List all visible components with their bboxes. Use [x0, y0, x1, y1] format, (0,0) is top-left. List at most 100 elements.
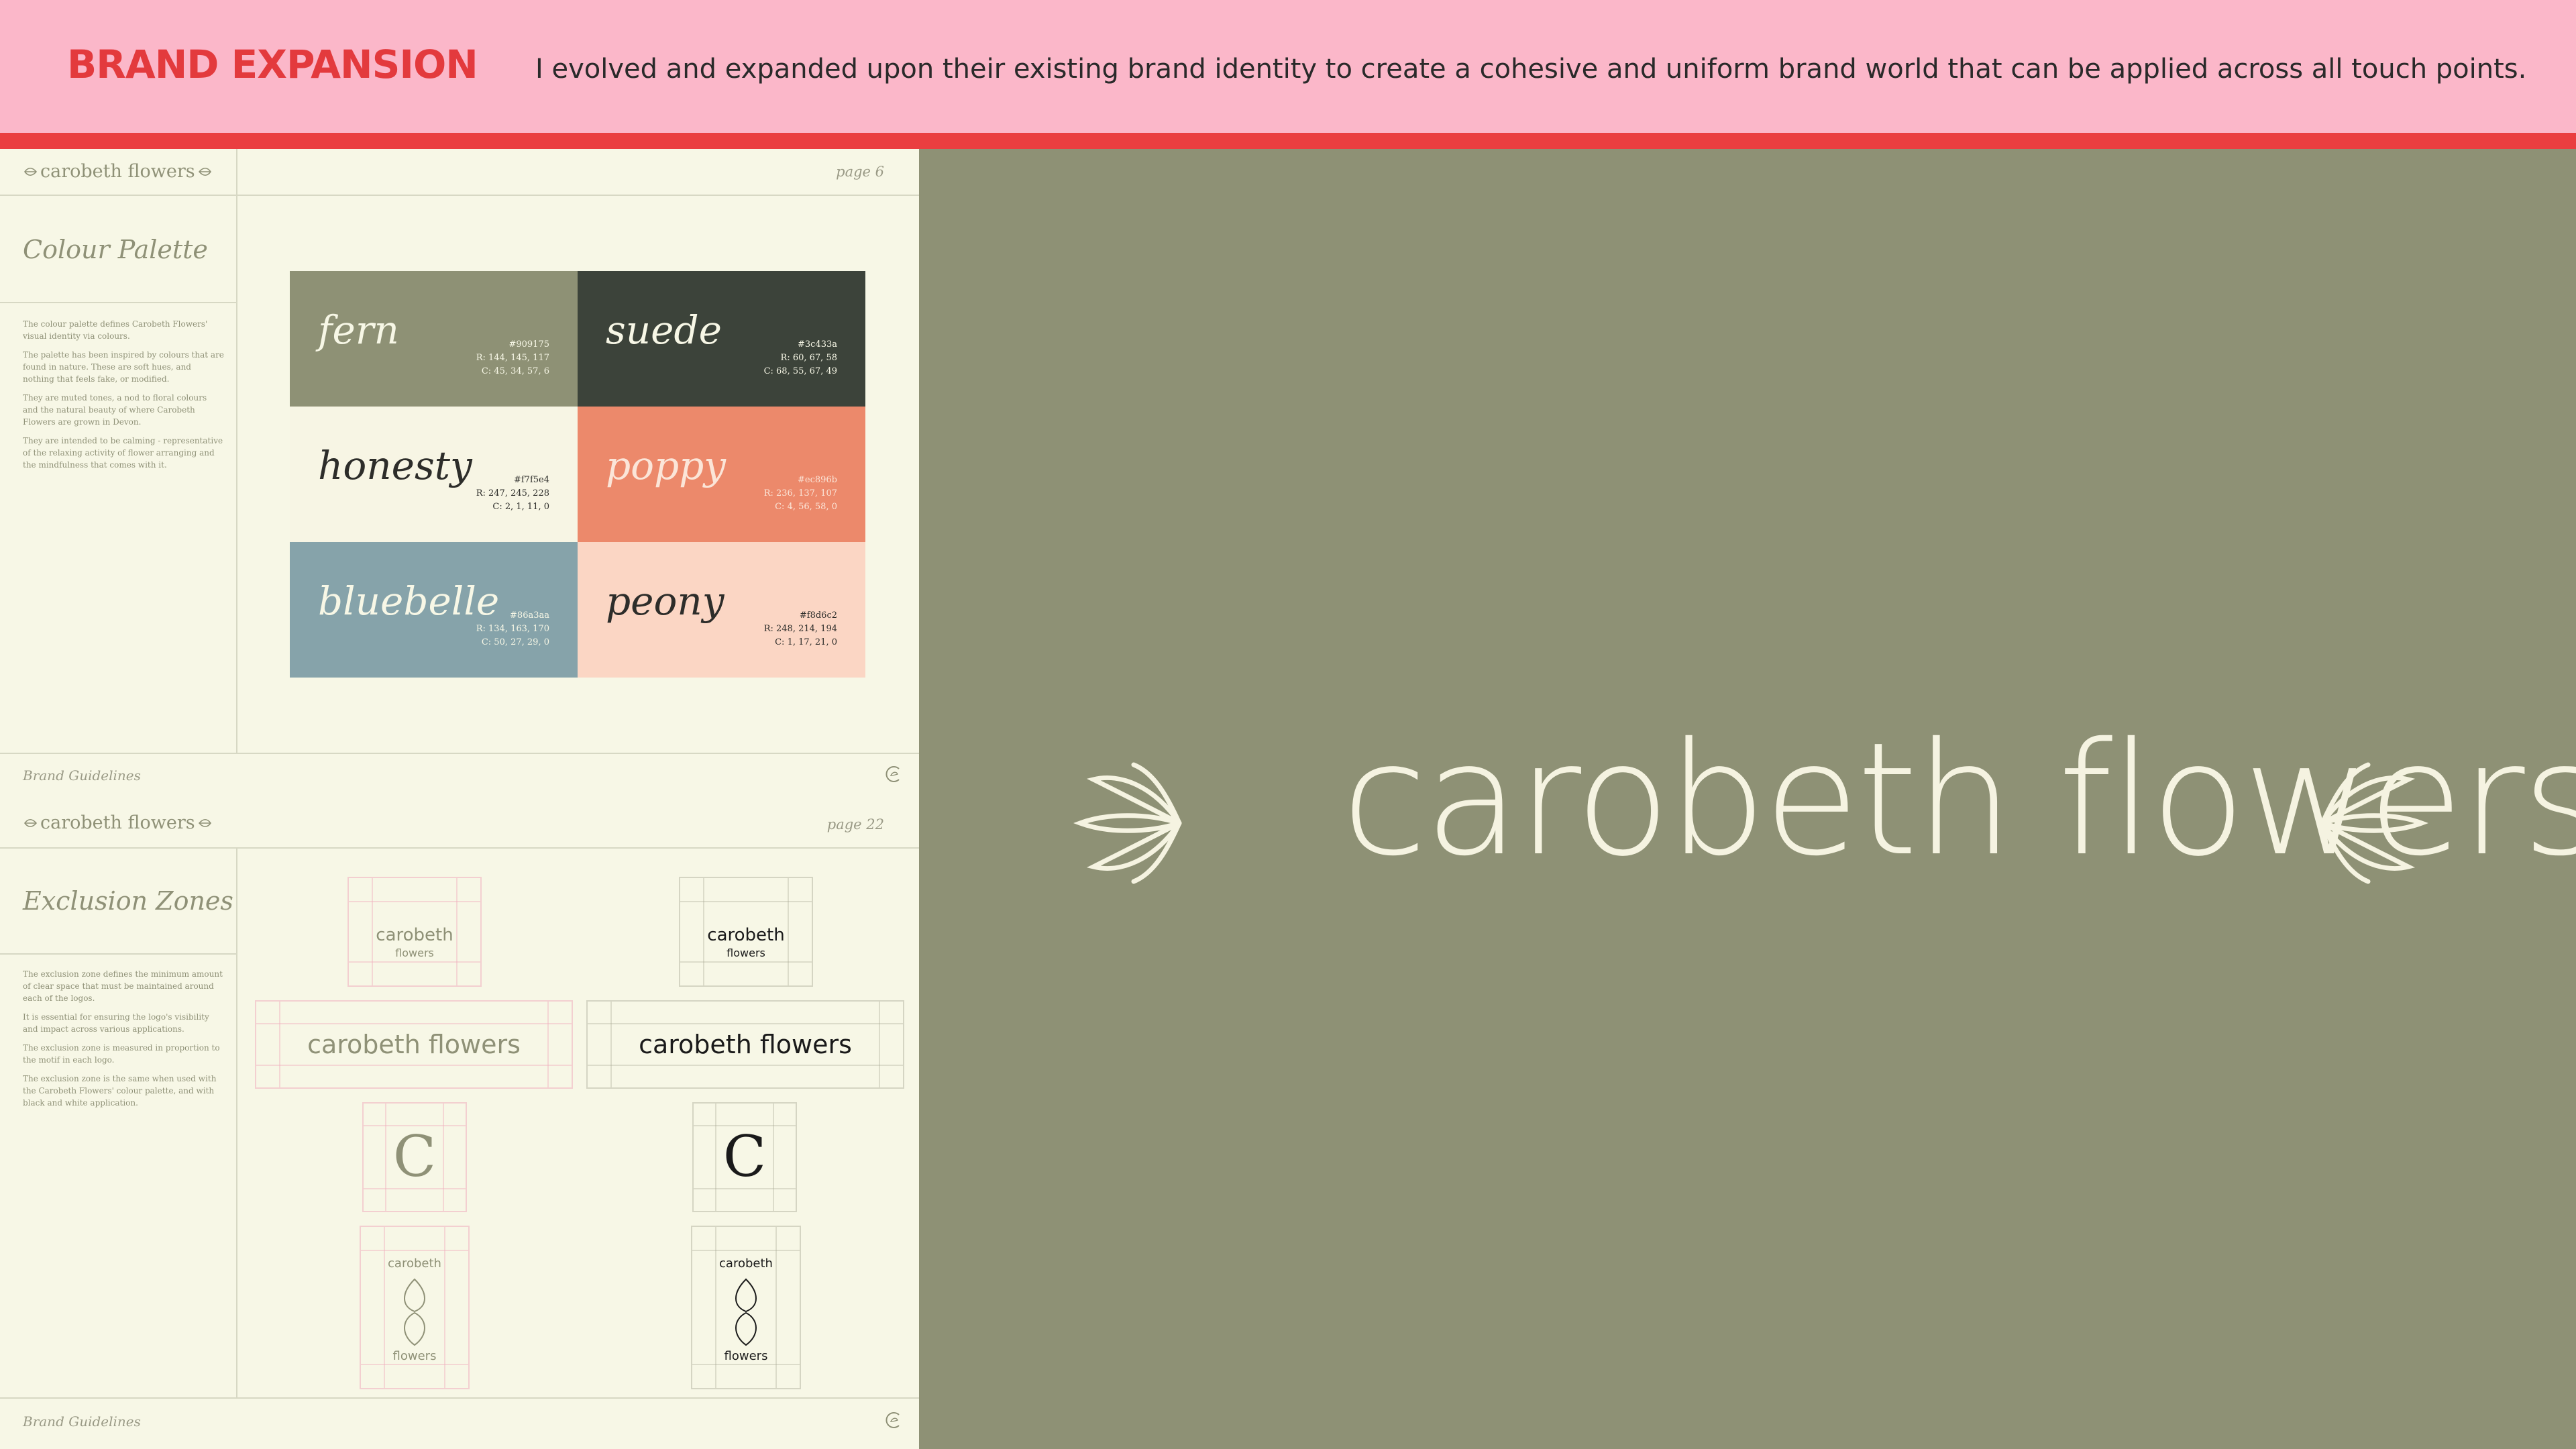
footer-label: Brand Guidelines	[23, 767, 141, 784]
exclusion-zone-wordmark-colour: carobeth flowers	[255, 1000, 573, 1089]
swatch-bluebelle: bluebelle #86a3aa R: 134, 163, 170 C: 50, 2…	[290, 542, 578, 678]
swatch-cmyk: C: 4, 56, 58, 0	[775, 502, 837, 512]
section-body: The colour palette defines Carobeth Flow…	[23, 318, 224, 478]
swatch-rgb: R: 134, 163, 170	[476, 624, 549, 634]
hero-panel: carobeth flowers	[919, 149, 2576, 1449]
body-paragraph: The exclusion zone defines the minimum a…	[23, 969, 223, 1003]
swatch-cmyk: C: 1, 17, 21, 0	[775, 637, 837, 647]
swatch-values: #f8d6c2 R: 248, 214, 194 C: 1, 17, 21, 0	[764, 609, 837, 649]
divider	[0, 302, 236, 303]
page-description: I evolved and expanded upon their existi…	[535, 54, 2527, 85]
small-logo-text: carobeth flowers	[40, 161, 195, 182]
vertical-logo-word: flowers	[392, 1349, 437, 1363]
stacked-logo-word: flowers	[395, 947, 434, 959]
divider	[0, 953, 236, 955]
exclusion-zones-page: carobeth flowers page 22 Exclusion Zones…	[0, 802, 919, 1449]
swatch-name: suede	[606, 307, 722, 353]
stacked-logo-word: carobeth	[707, 925, 785, 945]
swatch-rgb: R: 144, 145, 117	[476, 353, 549, 363]
flower-motif-icon	[24, 818, 38, 827]
swatch-cmyk: C: 50, 27, 29, 0	[481, 637, 549, 647]
stacked-logo-word: carobeth	[376, 925, 453, 945]
vertical-logo-word: flowers	[724, 1349, 768, 1363]
small-logo-text: carobeth flowers	[40, 812, 195, 833]
swatch-values: #909175 R: 144, 145, 117 C: 45, 34, 57, 6	[476, 338, 549, 378]
monogram-icon	[885, 766, 900, 782]
body-paragraph: The colour palette defines Carobeth Flow…	[23, 319, 208, 341]
divider	[236, 149, 237, 753]
swatch-hex: #ec896b	[797, 475, 837, 485]
flower-motif-icon	[735, 1278, 757, 1346]
page-number: page 22	[826, 816, 884, 833]
section-title: Colour Palette	[23, 235, 208, 264]
swatch-rgb: R: 60, 67, 58	[780, 353, 837, 363]
body-paragraph: The exclusion zone is measured in propor…	[23, 1043, 220, 1065]
swatch-hex: #86a3aa	[510, 610, 549, 621]
swatch-name: bluebelle	[318, 578, 500, 624]
divider	[0, 195, 919, 196]
body-paragraph: The exclusion zone is the same when used…	[23, 1074, 217, 1108]
exclusion-zone-vertical-colour: carobeth flowers	[360, 1226, 470, 1389]
swatch-cmyk: C: 45, 34, 57, 6	[481, 366, 549, 376]
wordmark-logo: carobeth flowers	[307, 1030, 521, 1059]
exclusion-zone-vertical-mono: carobeth flowers	[691, 1226, 801, 1389]
flower-motif-left-icon	[1073, 762, 1182, 884]
swatch-name: honesty	[318, 443, 472, 488]
body-paragraph: The palette has been inspired by colours…	[23, 350, 224, 384]
flower-motif-icon	[404, 1278, 425, 1346]
swatch-values: #ec896b R: 236, 137, 107 C: 4, 56, 58, 0	[764, 474, 837, 514]
body-paragraph: They are intended to be calming - repres…	[23, 436, 223, 470]
vertical-logo-word: carobeth	[719, 1256, 773, 1271]
section-body: The exclusion zone defines the minimum a…	[23, 968, 224, 1116]
brand-guidelines-pages: carobeth flowers page 6 Colour Palette T…	[0, 149, 919, 1449]
swatch-cmyk: C: 68, 55, 67, 49	[763, 366, 837, 376]
swatch-cmyk: C: 2, 1, 11, 0	[492, 502, 549, 512]
swatch-poppy: poppy #ec896b R: 236, 137, 107 C: 4, 56, 58…	[578, 407, 865, 542]
swatch-hex: #3c433a	[797, 339, 837, 350]
page-number: page 6	[836, 164, 884, 180]
divider	[0, 753, 919, 754]
swatch-rgb: R: 247, 245, 228	[476, 488, 549, 498]
flower-motif-icon	[198, 818, 211, 827]
small-logo: carobeth flowers	[23, 161, 213, 182]
swatch-values: #86a3aa R: 134, 163, 170 C: 50, 27, 29, 0	[476, 609, 549, 649]
swatch-honesty: honesty #f7f5e4 R: 247, 245, 228 C: 2, 1, 1…	[290, 407, 578, 542]
wordmark-logo: carobeth flowers	[639, 1030, 852, 1059]
footer-label: Brand Guidelines	[23, 1413, 141, 1430]
colour-palette-grid: fern #909175 R: 144, 145, 117 C: 45, 34, 57…	[290, 271, 865, 678]
swatch-suede: suede #3c433a R: 60, 67, 58 C: 68, 55, 67, …	[578, 271, 865, 407]
flower-motif-icon	[24, 167, 38, 176]
swatch-rgb: R: 236, 137, 107	[763, 488, 837, 498]
header-divider	[0, 133, 2576, 149]
monogram-icon	[885, 1412, 900, 1428]
exclusion-zone-stacked-mono: carobeth flowers	[679, 877, 813, 987]
flower-motif-icon	[198, 167, 211, 176]
stacked-logo-word: flowers	[727, 947, 765, 959]
swatch-name: fern	[318, 307, 399, 353]
swatch-fern: fern #909175 R: 144, 145, 117 C: 45, 34, 57…	[290, 271, 578, 407]
swatch-peony: peony #f8d6c2 R: 248, 214, 194 C: 1, 17, 21…	[578, 542, 865, 678]
header-banner: BRAND EXPANSION I evolved and expanded u…	[0, 0, 2576, 133]
divider	[236, 847, 237, 1397]
swatch-hex: #909175	[508, 339, 549, 350]
swatch-name: poppy	[606, 443, 727, 488]
exclusion-zone-stacked-colour: carobeth flowers	[347, 877, 482, 987]
swatch-values: #f7f5e4 R: 247, 245, 228 C: 2, 1, 11, 0	[476, 474, 549, 514]
vertical-logo-word: carobeth	[388, 1256, 441, 1271]
exclusion-zone-monogram-mono: C	[692, 1102, 797, 1212]
exclusion-zone-wordmark-mono: carobeth flowers	[586, 1000, 904, 1089]
monogram-logo: C	[392, 1124, 437, 1189]
page-title: BRAND EXPANSION	[67, 42, 478, 87]
swatch-hex: #f7f5e4	[513, 475, 549, 485]
exclusion-zone-monogram-colour: C	[362, 1102, 467, 1212]
body-paragraph: It is essential for ensuring the logo's …	[23, 1012, 209, 1034]
swatch-values: #3c433a R: 60, 67, 58 C: 68, 55, 67, 49	[764, 338, 837, 378]
section-title: Exclusion Zones	[23, 886, 233, 916]
swatch-rgb: R: 248, 214, 194	[763, 624, 837, 634]
body-paragraph: They are muted tones, a nod to floral co…	[23, 393, 207, 427]
colour-palette-page: carobeth flowers page 6 Colour Palette T…	[0, 149, 919, 802]
swatch-hex: #f8d6c2	[799, 610, 837, 621]
divider	[0, 1397, 919, 1399]
flower-motif-right-icon	[2320, 762, 2428, 884]
small-logo: carobeth flowers	[23, 812, 213, 833]
